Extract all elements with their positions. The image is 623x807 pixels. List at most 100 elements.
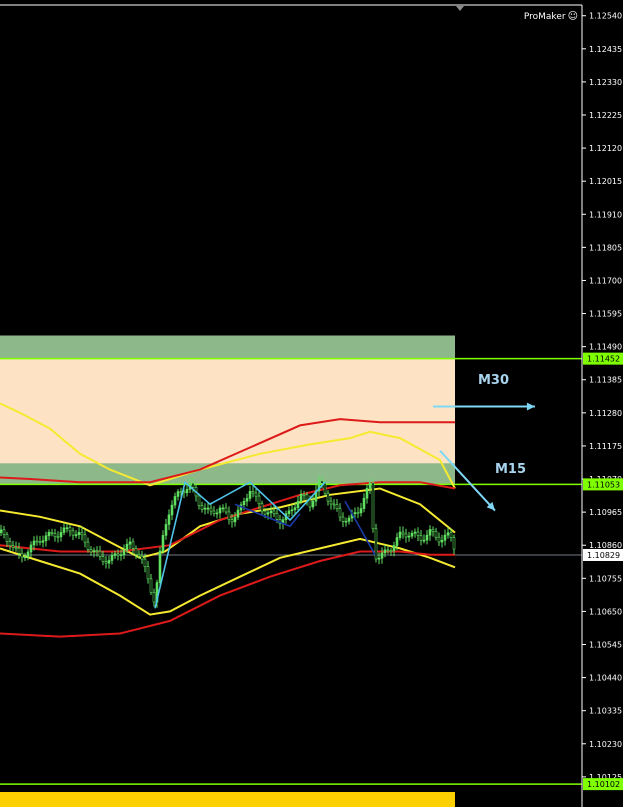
candle-body: [368, 482, 372, 489]
candle-body: [290, 509, 294, 512]
candle-body: [266, 512, 270, 515]
candle-body: [419, 535, 423, 541]
tick-label: 1.11175: [589, 442, 622, 451]
candle-body: [440, 539, 444, 543]
candle-body: [260, 503, 264, 512]
candle-body: [167, 514, 171, 525]
tick-label: 1.10860: [589, 541, 622, 550]
tick-label: 1.10650: [589, 607, 622, 616]
candle-body: [143, 558, 147, 567]
candle-body: [185, 489, 189, 494]
candle-body: [341, 516, 345, 522]
candle-body: [212, 510, 216, 514]
candle-body: [65, 527, 69, 529]
candle-body: [326, 492, 330, 502]
candle-body: [89, 549, 93, 553]
candle-body: [359, 508, 363, 514]
candle-body: [110, 555, 114, 561]
candle-body: [80, 532, 84, 536]
candle-body: [329, 500, 333, 505]
price-tag: 1.10102: [583, 778, 623, 791]
candle-body: [164, 524, 168, 536]
candle-body: [347, 517, 351, 522]
candle-body: [431, 529, 435, 532]
m30-label: M30: [478, 373, 510, 388]
candle-body: [383, 549, 387, 554]
tick-label: 1.11595: [589, 310, 622, 319]
candle-body: [416, 531, 420, 536]
candle-body: [86, 541, 90, 550]
candle-body: [404, 533, 408, 538]
candle-body: [71, 530, 75, 536]
scroll-marker-icon: [456, 6, 464, 11]
tick-label: 1.11490: [589, 343, 622, 352]
candle-body: [353, 512, 357, 515]
candle-body: [398, 531, 402, 538]
candle-body: [389, 550, 393, 553]
supply-demand-zone: [0, 335, 455, 807]
candle-body: [140, 555, 144, 560]
candle-body: [101, 556, 105, 562]
candle-body: [323, 483, 327, 494]
candle-body: [335, 504, 339, 510]
candle-body: [17, 547, 21, 554]
candle-body: [98, 550, 102, 557]
price-tag-label: 1.11452: [587, 355, 620, 364]
candle-body: [149, 578, 153, 593]
candle-body: [77, 532, 81, 535]
candle-body: [407, 535, 411, 538]
candle-body: [47, 531, 51, 537]
brand-label: ProMaker ☺: [524, 11, 578, 22]
candle-body: [173, 496, 177, 506]
candle-body: [311, 500, 315, 508]
candle-body: [176, 491, 180, 497]
candle-body: [62, 527, 66, 533]
candle-body: [218, 507, 222, 514]
candle-body: [35, 540, 39, 543]
candle-body: [59, 532, 63, 538]
candle-body: [308, 499, 312, 508]
smiley-icon: ☺: [567, 11, 578, 22]
candle-body: [230, 519, 234, 523]
candle-body: [410, 532, 414, 537]
candle-body: [158, 550, 162, 583]
candle-body: [104, 561, 108, 564]
tick-label: 1.10755: [589, 574, 622, 583]
candle-body: [125, 543, 129, 551]
candle-body: [113, 553, 117, 556]
price-tag: 1.11053: [583, 478, 623, 491]
tick-label: 1.11910: [589, 210, 622, 219]
candle-body: [332, 503, 336, 506]
candle-body: [200, 505, 204, 510]
candle-body: [401, 531, 405, 535]
candle-body: [248, 491, 252, 499]
candle-body: [41, 540, 45, 543]
candle-body: [53, 533, 57, 538]
tick-label: 1.11280: [589, 409, 622, 418]
tick-label: 1.11700: [589, 276, 622, 285]
candle-body: [425, 534, 429, 541]
candle-body: [68, 527, 72, 532]
candle-body: [38, 541, 42, 543]
candle-body: [92, 550, 96, 553]
candle-body: [245, 498, 249, 502]
brand-name: ProMaker: [523, 11, 566, 22]
candle-body: [446, 532, 450, 536]
candle-body: [272, 510, 276, 514]
candle-body: [242, 501, 246, 506]
price-chart[interactable]: 1.12540 1.12435 1.12330 1.12225 1.12120 1.120…: [0, 0, 623, 807]
candle-body: [116, 553, 120, 556]
candle-body: [131, 541, 135, 549]
price-tag-label: 1.11053: [587, 480, 620, 489]
candle-body: [422, 539, 426, 542]
candle-body: [428, 529, 432, 536]
candle-body: [32, 540, 36, 546]
candle-body: [152, 592, 156, 603]
zigzag-lines: [154, 480, 376, 609]
candle-body: [362, 497, 366, 509]
indicator-line-red: [0, 550, 455, 638]
candle-body: [95, 550, 99, 552]
candle-body: [8, 541, 12, 546]
candle-body: [83, 534, 87, 543]
candle-body: [320, 480, 324, 484]
